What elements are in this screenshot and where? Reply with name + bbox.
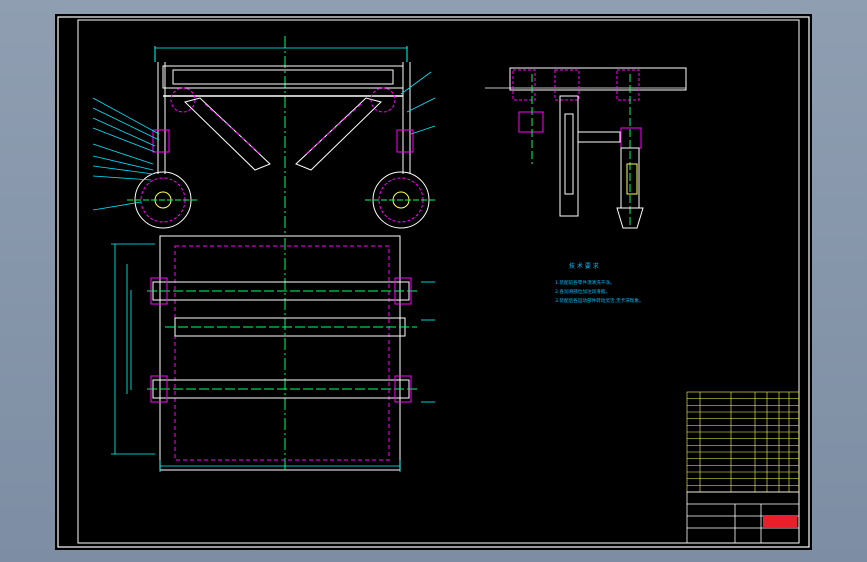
side-crossbar: [577, 131, 621, 143]
right-bearing-block: [396, 129, 414, 153]
title-block: [686, 491, 800, 544]
plan-frame-outer: [159, 235, 401, 471]
left-bearing-block: [152, 129, 170, 153]
side-column-slot: [564, 113, 574, 195]
front-view: [92, 36, 437, 234]
side-plate: [626, 163, 638, 195]
leaders-left: [92, 97, 160, 211]
plan-frame-inner: [174, 245, 390, 461]
side-clamp-right: [620, 127, 642, 149]
plan-view: [111, 235, 435, 472]
notes-heading: 技 术 要 求: [569, 262, 599, 270]
top-beam: [162, 65, 404, 89]
parts-list-rows: [687, 398, 799, 486]
note-line-2: 2.各润滑部位加注润滑脂。: [555, 288, 610, 295]
stamp: [763, 516, 797, 527]
drawing-sheet: 技 术 要 求 1.装配前各零件须清洗干净。 2.各润滑部位加注润滑脂。 3.装…: [55, 14, 812, 550]
parts-list: [686, 391, 800, 493]
leaders-right: [400, 71, 436, 135]
parts-list-frame: [686, 391, 800, 493]
top-beam-inner: [172, 69, 394, 85]
cad-drawing: 技 术 要 求 1.装配前各零件须清洗干净。 2.各润滑部位加注润滑脂。 3.装…: [57, 16, 810, 548]
right-strut: [295, 97, 382, 171]
side-top-beam: [509, 67, 687, 91]
side-post-right: [616, 69, 640, 101]
side-clamp-left: [518, 111, 544, 133]
technical-notes: 技 术 要 求 1.装配前各零件须清洗干净。 2.各润滑部位加注润滑脂。 3.装…: [555, 262, 644, 304]
left-strut: [184, 97, 271, 171]
note-line-3: 3.装配后各运动部件转动灵活,无卡滞现象。: [555, 297, 644, 304]
note-line-1: 1.装配前各零件须清洗干净。: [555, 279, 615, 286]
side-view: [485, 67, 687, 229]
